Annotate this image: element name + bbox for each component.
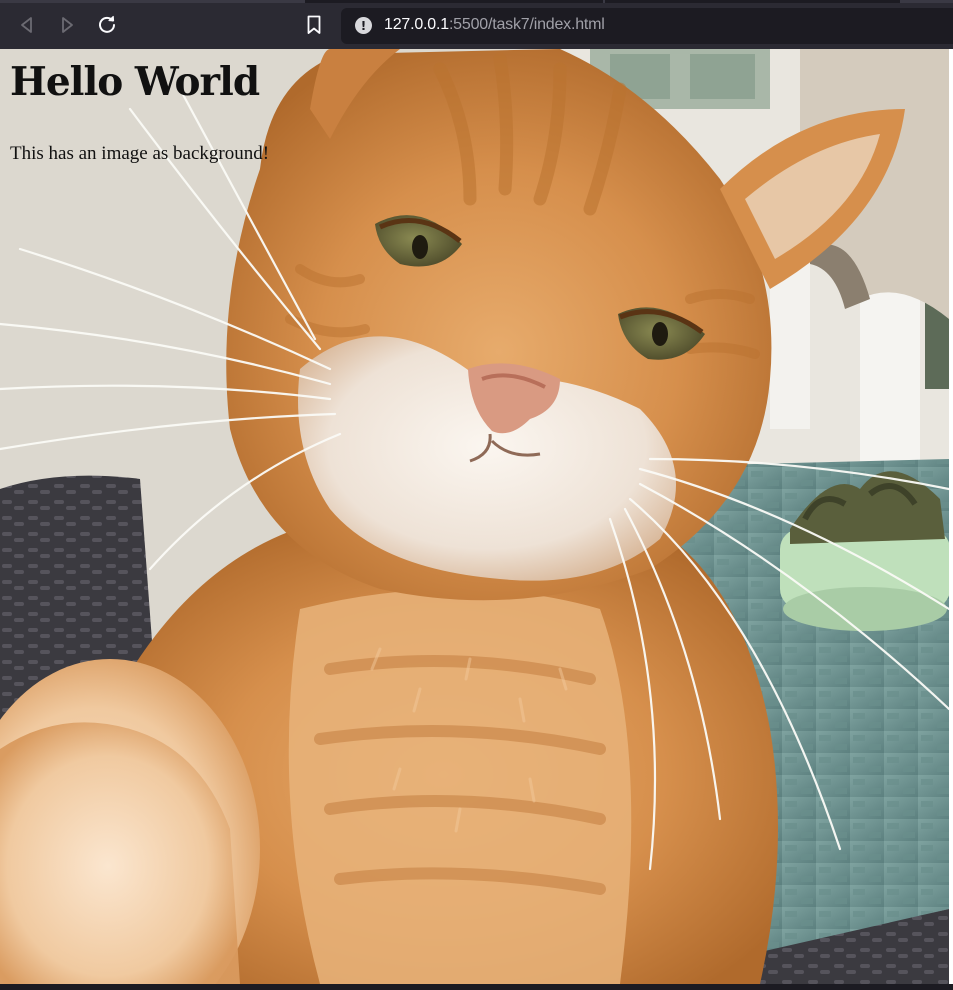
bookmark-button[interactable] <box>302 12 326 38</box>
forward-arrow-icon <box>62 17 73 33</box>
scrollbar-track[interactable] <box>949 49 953 984</box>
forward-button[interactable] <box>54 12 80 38</box>
url-host: 127.0.0.1 <box>384 16 449 33</box>
cat-background-image <box>0 49 949 984</box>
back-button[interactable] <box>14 12 40 38</box>
url-path: :5500/task7/index.html <box>448 16 605 33</box>
page-viewport: Hello World This has an image as backgro… <box>0 49 949 984</box>
url-text[interactable]: 127.0.0.1:5500/task7/index.html <box>384 16 605 34</box>
address-bar[interactable]: ! 127.0.0.1:5500/task7/index.html <box>341 8 953 44</box>
page-paragraph: This has an image as background! <box>10 143 270 164</box>
bottom-edge <box>0 984 953 990</box>
back-arrow-icon <box>21 17 32 33</box>
page-heading: Hello World <box>10 59 260 105</box>
reload-button[interactable] <box>94 12 120 38</box>
info-icon[interactable]: ! <box>355 17 372 34</box>
tab-strip <box>0 0 953 3</box>
browser-toolbar: ! 127.0.0.1:5500/task7/index.html <box>0 0 953 49</box>
bookmark-icon <box>307 15 321 34</box>
reload-icon <box>99 15 115 33</box>
